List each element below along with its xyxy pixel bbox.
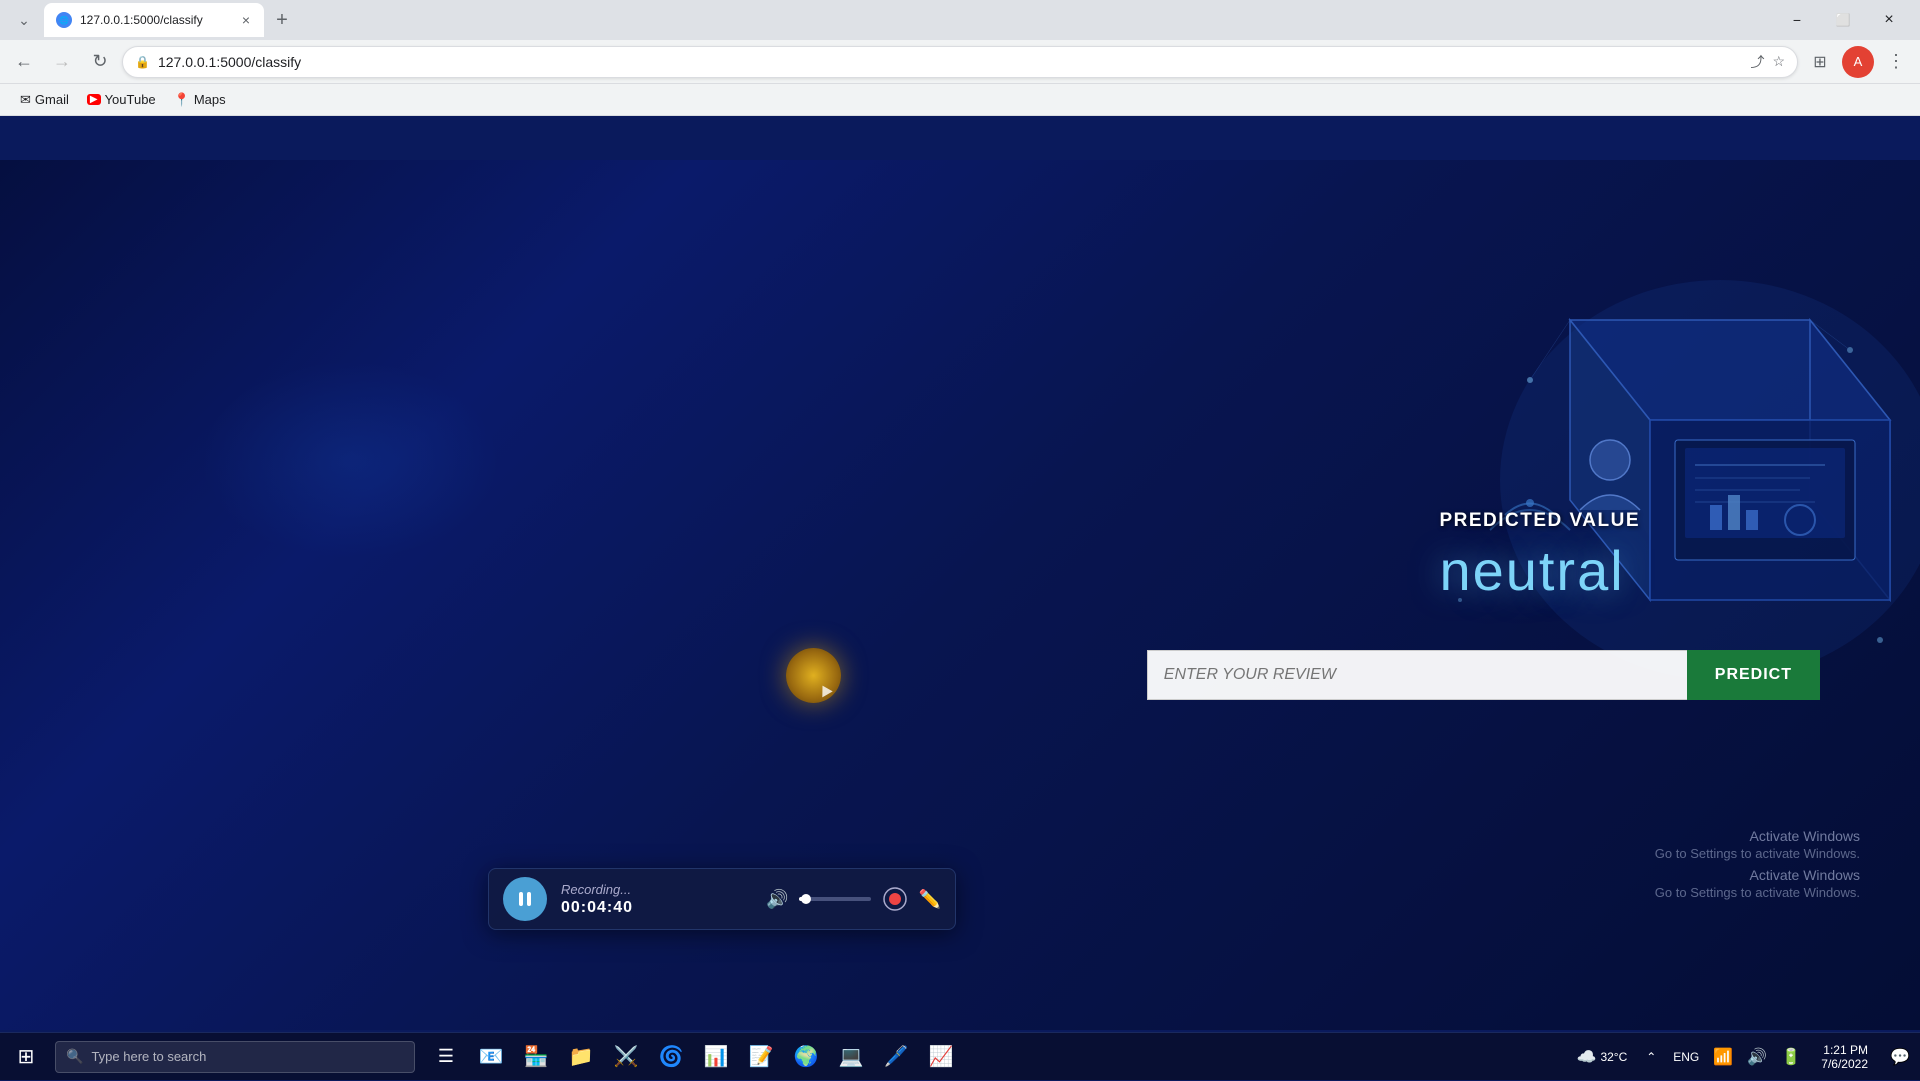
system-tray: ☁️ 32°C ⌃ ENG 📶 🔊 🔋 1:21 PM 7/6/2022 💬 [1569,1033,1918,1081]
review-area: PREDICT [1147,650,1820,700]
cloud-icon: ☁️ [1577,1047,1597,1067]
volume-slider-track[interactable] [799,897,871,901]
taskbar-app-terminal[interactable]: 💻 [829,1035,873,1079]
lock-icon: 🔒 [135,55,150,69]
bookmarks-bar: ✉ Gmail ▶ YouTube 📍 Maps [0,84,1920,116]
activate-line1: Activate Windows [1655,828,1860,844]
sound-button[interactable]: 🔊 [1741,1033,1773,1081]
refresh-button[interactable]: ↻ [84,46,116,78]
browser-titlebar: ⌄ 🌐 127.0.0.1:5000/classify × + − ⬜ × [0,0,1920,40]
close-button[interactable]: × [1866,4,1912,36]
page-content: PREDICTED VALUE neutral PREDICT Recordin… [0,160,1920,1030]
activate-line3: Activate Windows [1655,867,1860,883]
clock-date: 7/6/2022 [1821,1057,1868,1071]
taskbar-app-ppt[interactable]: 📊 [694,1035,738,1079]
taskbar-app-word[interactable]: 📝 [739,1035,783,1079]
taskview-button[interactable]: ☰ [424,1035,468,1079]
recording-info: Recording... 00:04:40 [561,882,633,917]
recording-timer: 00:04:40 [561,899,633,917]
taskbar-apps: ☰ 📧 🏪 📁 ⚔️ 🌀 📊 📝 🌍 💻 🖊️ 📈 [424,1035,963,1079]
cursor-orb [786,648,841,703]
taskbar-app-game[interactable]: ⚔️ [604,1035,648,1079]
active-tab[interactable]: 🌐 127.0.0.1:5000/classify × [44,3,264,37]
taskbar: ⊞ 🔍 Type here to search ☰ 📧 🏪 📁 ⚔️ 🌀 📊 📝… [0,1032,1920,1080]
tab-close-button[interactable]: × [240,12,252,28]
address-bar-row: ← → ↻ 🔒 127.0.0.1:5000/classify ⤴ ☆ ⊞ A … [0,40,1920,84]
youtube-label: YouTube [105,92,156,107]
tab-title: 127.0.0.1:5000/classify [80,13,232,27]
activate-windows-watermark: Activate Windows Go to Settings to activ… [1655,828,1860,900]
predicted-value-text: neutral [1439,538,1640,603]
taskbar-search-icon: 🔍 [66,1048,83,1065]
pause-bar-left [519,892,523,906]
pause-button[interactable] [503,877,547,921]
temperature-text: 32°C [1600,1050,1627,1064]
forward-button[interactable]: → [46,46,78,78]
taskbar-app-mail[interactable]: 📧 [469,1035,513,1079]
review-input[interactable] [1147,650,1687,700]
predicted-value-label: PREDICTED VALUE [1439,510,1640,532]
taskbar-app-chrome[interactable]: 🌍 [784,1035,828,1079]
new-tab-button[interactable]: + [268,6,296,34]
input-lang-button[interactable]: ENG [1667,1033,1705,1081]
bookmark-gmail[interactable]: ✉ Gmail [12,89,77,111]
taskbar-app-inkscape[interactable]: 🖊️ [874,1035,918,1079]
gmail-favicon: ✉ [20,92,31,108]
glow-left [200,360,500,560]
share-icon[interactable]: ⤴ [1750,52,1764,72]
gmail-label: Gmail [35,92,69,107]
back-button[interactable]: ← [8,46,40,78]
address-text: 127.0.0.1:5000/classify [158,54,1742,70]
cloud-weather-button[interactable]: ☁️ 32°C [1569,1033,1636,1081]
minimize-button[interactable]: − [1774,4,1820,36]
window-controls: − ⬜ × [1774,4,1912,36]
taskbar-app-store[interactable]: 🏪 [514,1035,558,1079]
maps-favicon: 📍 [174,92,190,108]
taskbar-app-excel[interactable]: 📈 [919,1035,963,1079]
tab-favicon: 🌐 [56,12,72,28]
activate-line4: Go to Settings to activate Windows. [1655,885,1860,900]
maximize-button[interactable]: ⬜ [1820,4,1866,36]
maps-label: Maps [194,92,226,107]
recording-status: Recording... [561,882,633,897]
predicted-value-container: PREDICTED VALUE neutral [1439,510,1640,603]
profile-button[interactable]: A [1842,46,1874,78]
address-bar[interactable]: 🔒 127.0.0.1:5000/classify ⤴ ☆ [122,46,1798,78]
pause-bar-right [527,892,531,906]
recording-panel: Recording... 00:04:40 🔊 ✏️ [488,868,956,930]
start-button[interactable]: ⊞ [2,1033,50,1081]
notification-button[interactable]: 💬 [1882,1033,1918,1081]
bookmark-icon[interactable]: ☆ [1772,53,1785,70]
bookmark-maps[interactable]: 📍 Maps [166,89,234,111]
activate-line2: Go to Settings to activate Windows. [1655,846,1860,861]
wifi-button[interactable]: 📶 [1707,1033,1739,1081]
taskbar-search[interactable]: 🔍 Type here to search [55,1041,415,1073]
youtube-favicon: ▶ [87,94,101,105]
bookmark-youtube[interactable]: ▶ YouTube [79,89,164,110]
edit-button[interactable]: ✏️ [919,889,941,910]
predict-button[interactable]: PREDICT [1687,650,1820,700]
record-button[interactable] [881,885,909,913]
window-chevron[interactable]: ⌄ [8,4,40,36]
extensions-button[interactable]: ⊞ [1804,46,1836,78]
volume-icon[interactable]: 🔊 [766,889,788,910]
clock-time: 1:21 PM [1823,1043,1868,1057]
volume-slider-handle[interactable] [801,894,811,904]
taskbar-app-edge[interactable]: 🌀 [649,1035,693,1079]
recording-controls: 🔊 ✏️ [766,885,941,913]
battery-button[interactable]: 🔋 [1775,1033,1807,1081]
taskbar-clock[interactable]: 1:21 PM 7/6/2022 [1809,1033,1880,1081]
tray-overflow-button[interactable]: ⌃ [1637,1033,1665,1081]
browser-chrome: ⌄ 🌐 127.0.0.1:5000/classify × + − ⬜ × ← … [0,0,1920,116]
taskbar-app-files[interactable]: 📁 [559,1035,603,1079]
more-button[interactable]: ⋮ [1880,46,1912,78]
taskbar-search-text: Type here to search [91,1049,206,1064]
